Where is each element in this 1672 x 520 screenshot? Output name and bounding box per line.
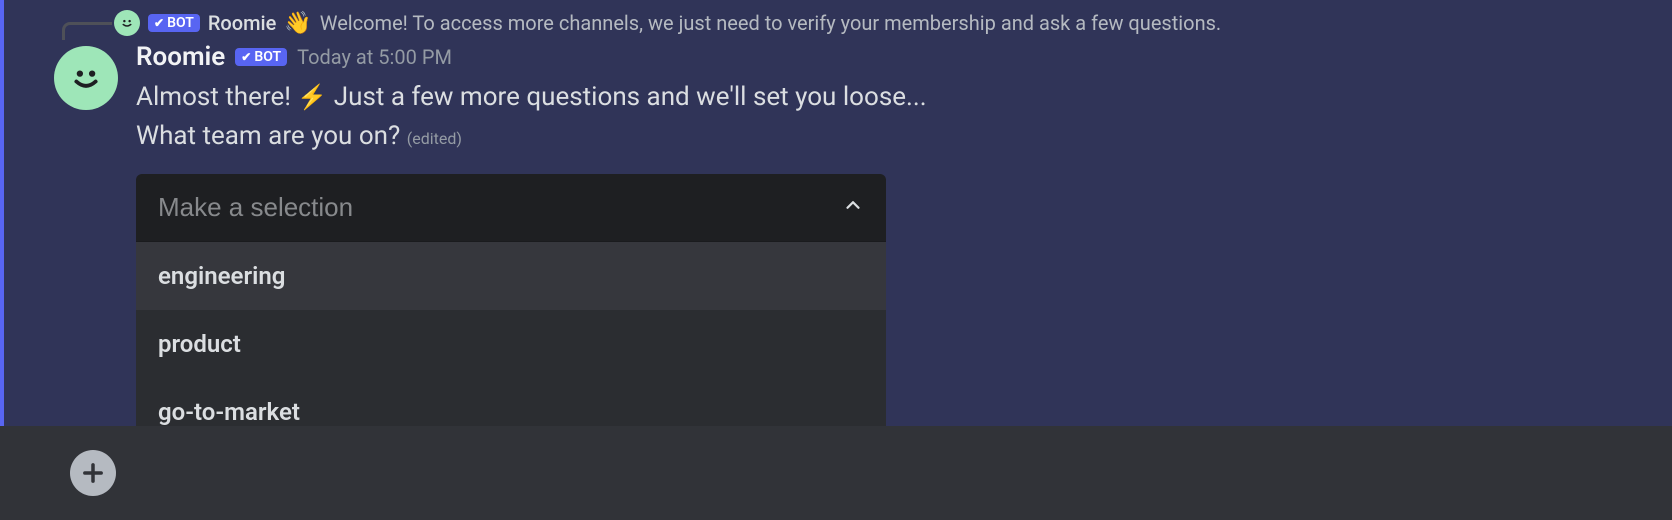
- select-menu: Make a selection engineering product go-…: [136, 174, 886, 446]
- message-timestamp: Today at 5:00 PM: [297, 45, 452, 69]
- message-thread: ✔ BOT Roomie 👋 Welcome! To access more c…: [0, 0, 1672, 466]
- message-line1-before: Almost there!: [136, 82, 291, 112]
- select-toggle-button[interactable]: Make a selection: [136, 174, 886, 241]
- check-icon: ✔: [154, 16, 164, 30]
- message-content: Roomie ✔ BOT Today at 5:00 PM Almost the…: [136, 42, 1672, 446]
- smile-icon: [118, 14, 136, 32]
- check-icon: ✔: [241, 50, 251, 64]
- message-line1-after: Just a few more questions and we'll set …: [334, 82, 927, 112]
- bot-label: BOT: [167, 15, 194, 31]
- plus-icon: [79, 459, 107, 487]
- chat-area: ✔ BOT Roomie 👋 Welcome! To access more c…: [0, 0, 1672, 466]
- attach-button[interactable]: [70, 450, 116, 496]
- reply-username: Roomie: [208, 11, 277, 35]
- reply-avatar: [114, 10, 140, 36]
- dropdown-option-product[interactable]: product: [136, 310, 886, 378]
- message-text: Almost there! ⚡ Just a few more question…: [136, 78, 1672, 156]
- dropdown-option-engineering[interactable]: engineering: [136, 242, 886, 310]
- bot-badge: ✔ BOT: [148, 14, 200, 32]
- reply-preview[interactable]: ✔ BOT Roomie 👋 Welcome! To access more c…: [74, 10, 1672, 36]
- message-row: Roomie ✔ BOT Today at 5:00 PM Almost the…: [54, 42, 1672, 446]
- smile-icon: [65, 57, 107, 99]
- wave-emoji: 👋: [284, 11, 311, 36]
- user-avatar[interactable]: [54, 46, 118, 110]
- message-line2: What team are you on?: [136, 121, 400, 151]
- bolt-emoji: ⚡: [297, 83, 327, 111]
- message-input-area: [0, 426, 1672, 520]
- message-username[interactable]: Roomie: [136, 42, 225, 72]
- bot-label: BOT: [254, 49, 281, 65]
- chevron-up-icon: [842, 192, 864, 223]
- message-header: Roomie ✔ BOT Today at 5:00 PM: [136, 42, 1672, 72]
- edited-label: (edited): [407, 129, 462, 148]
- dropdown-menu: engineering product go-to-market: [136, 241, 886, 446]
- select-placeholder: Make a selection: [158, 192, 353, 223]
- bot-badge: ✔ BOT: [235, 48, 287, 66]
- reply-connector-line: [62, 22, 112, 40]
- reply-preview-text: Welcome! To access more channels, we jus…: [320, 11, 1221, 35]
